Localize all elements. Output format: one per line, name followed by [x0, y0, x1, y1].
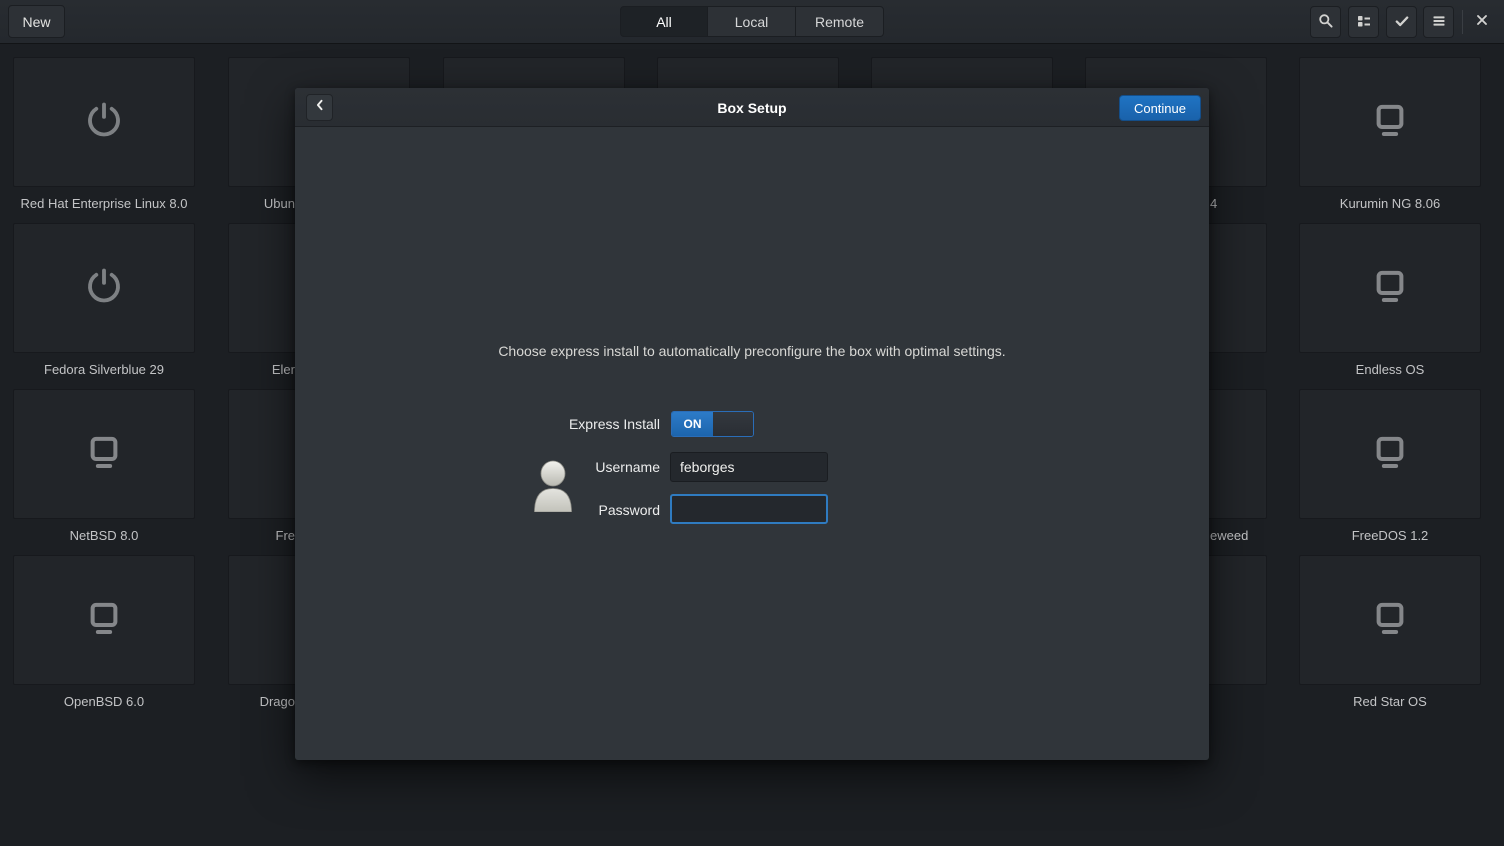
- search-button[interactable]: [1310, 6, 1341, 38]
- list-view-button[interactable]: [1348, 6, 1379, 38]
- vm-tile-label: eweed: [1210, 528, 1290, 545]
- vm-tile-label: Fre: [228, 528, 295, 545]
- vm-tile[interactable]: [13, 223, 195, 353]
- tab-all[interactable]: All: [620, 6, 708, 37]
- express-install-description: Choose express install to automatically …: [295, 343, 1209, 359]
- menu-button[interactable]: [1423, 6, 1454, 38]
- toggle-on-segment: ON: [672, 412, 713, 436]
- computer-icon: [1369, 265, 1411, 312]
- vm-tile-label: Red Hat Enterprise Linux 8.0: [13, 196, 195, 213]
- vm-tile-label: FreeDOS 1.2: [1299, 528, 1481, 545]
- tab-remote[interactable]: Remote: [796, 6, 884, 37]
- tab-local-label: Local: [735, 14, 768, 30]
- vm-tile[interactable]: [1299, 223, 1481, 353]
- dialog-header: Box Setup Continue: [295, 88, 1209, 127]
- vm-tile[interactable]: [1299, 57, 1481, 187]
- menu-icon: [1431, 13, 1447, 32]
- vm-tile-label: NetBSD 8.0: [13, 528, 195, 545]
- vm-tile-label: Eler: [228, 362, 295, 379]
- vm-tile[interactable]: [13, 57, 195, 187]
- continue-button-label: Continue: [1134, 101, 1186, 116]
- vm-tile-label: Endless OS: [1299, 362, 1481, 379]
- power-icon: [83, 99, 125, 146]
- power-icon: [83, 265, 125, 312]
- back-button[interactable]: [306, 94, 333, 121]
- tab-local[interactable]: Local: [708, 6, 796, 37]
- window-close-button[interactable]: [1466, 6, 1497, 38]
- express-install-label: Express Install: [500, 416, 660, 432]
- vm-tile-label: 4: [1210, 196, 1290, 213]
- chevron-left-icon: [313, 98, 327, 117]
- vm-tile-label: Kurumin NG 8.06: [1299, 196, 1481, 213]
- new-box-button[interactable]: New: [8, 5, 65, 38]
- password-field[interactable]: [670, 494, 828, 524]
- headerbar-separator: [1462, 10, 1463, 34]
- vm-tile-label: Drago: [228, 694, 295, 711]
- box-setup-dialog: Box Setup Continue Choose express instal…: [295, 88, 1209, 760]
- tab-all-label: All: [656, 14, 672, 30]
- vm-tile[interactable]: [1299, 555, 1481, 685]
- tab-remote-label: Remote: [815, 14, 864, 30]
- computer-icon: [1369, 99, 1411, 146]
- vm-tile-label: Red Star OS: [1299, 694, 1481, 711]
- toggle-off-segment: [713, 412, 753, 436]
- computer-icon: [83, 597, 125, 644]
- vm-tile[interactable]: [1299, 389, 1481, 519]
- username-label: Username: [500, 459, 660, 475]
- headerbar: New All Local Remote: [0, 0, 1504, 44]
- vm-tile[interactable]: [13, 389, 195, 519]
- list-view-icon: [1356, 13, 1372, 32]
- close-icon: [1475, 13, 1489, 32]
- continue-button[interactable]: Continue: [1119, 95, 1201, 121]
- computer-icon: [1369, 597, 1411, 644]
- computer-icon: [1369, 431, 1411, 478]
- selection-mode-icon: [1394, 13, 1410, 32]
- new-box-button-label: New: [22, 14, 50, 30]
- vm-tile[interactable]: [13, 555, 195, 685]
- source-filter-tabs: All Local Remote: [620, 6, 884, 37]
- dialog-title: Box Setup: [295, 88, 1209, 127]
- computer-icon: [83, 431, 125, 478]
- vm-tile-label: Fedora Silverblue 29: [13, 362, 195, 379]
- vm-tile-label: Ubun: [228, 196, 295, 213]
- express-install-toggle[interactable]: ON: [671, 411, 754, 437]
- selection-mode-button[interactable]: [1386, 6, 1417, 38]
- search-icon: [1318, 13, 1334, 32]
- username-field[interactable]: [670, 452, 828, 482]
- vm-tile-label: OpenBSD 6.0: [13, 694, 195, 711]
- password-label: Password: [500, 502, 660, 518]
